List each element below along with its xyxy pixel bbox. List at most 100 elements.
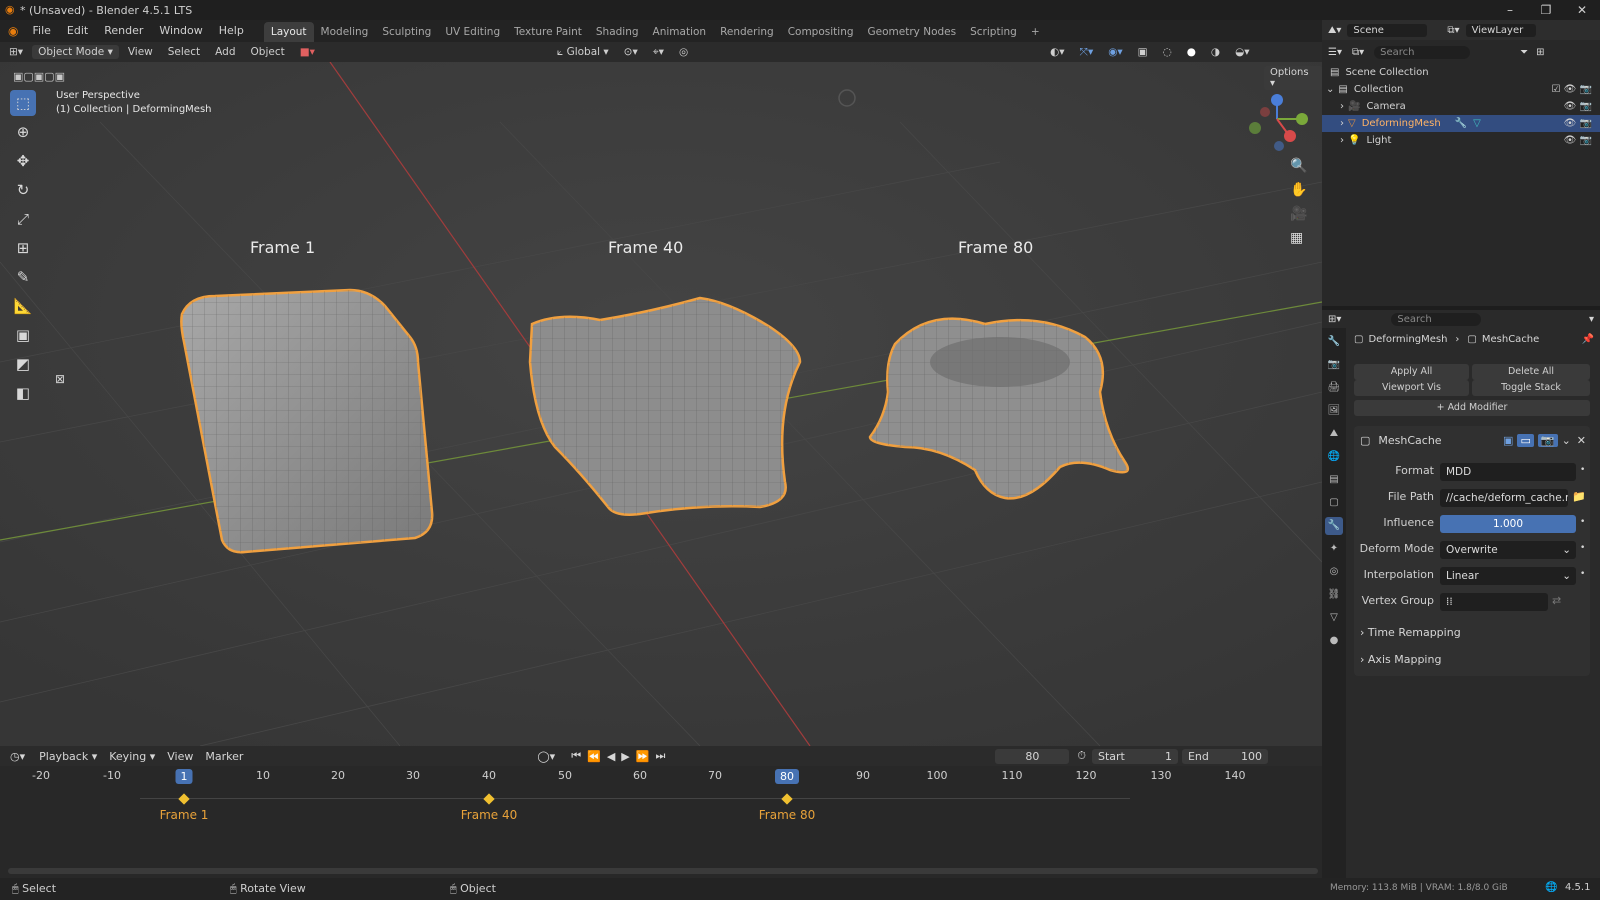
- proportional-edit-icon[interactable]: ◎: [673, 45, 694, 59]
- keyframe-marker-1[interactable]: [178, 793, 190, 805]
- view-layer-icon[interactable]: ⧉▾: [1447, 25, 1459, 36]
- vertex-group-input[interactable]: ⁞⁞: [1440, 593, 1548, 611]
- mesh-frame-1[interactable]: [180, 288, 434, 554]
- tab-uv-editing[interactable]: UV Editing: [438, 22, 507, 42]
- world-tab-icon[interactable]: 🌐: [1325, 448, 1343, 466]
- scene-selector[interactable]: Scene: [1347, 23, 1428, 37]
- tick-label-current-frame[interactable]: 80: [775, 769, 799, 784]
- sidebar-toggle-icon[interactable]: ⊠: [55, 372, 65, 386]
- outliner-item-deformingmesh[interactable]: › ▽ DeformingMesh 🔧 ▽ 👁 📷: [1322, 115, 1600, 132]
- tab-layout[interactable]: Layout: [263, 22, 314, 42]
- edit-mode-toggle-icon[interactable]: ▣: [1503, 434, 1513, 447]
- keyframe-marker-80[interactable]: [781, 793, 793, 805]
- transform-tool[interactable]: ⊞: [10, 235, 36, 261]
- close-button[interactable]: ✕: [1564, 0, 1600, 20]
- mode-dropdown[interactable]: Object Mode ▾: [32, 45, 119, 59]
- tab-animation[interactable]: Animation: [646, 22, 714, 42]
- jump-keyframe-forward-icon[interactable]: ⏩: [636, 750, 650, 763]
- rotate-tool[interactable]: ↻: [10, 177, 36, 203]
- jump-keyframe-back-icon[interactable]: ⏪: [587, 750, 601, 763]
- camera-visibility-icons[interactable]: 👁 📷: [1564, 101, 1592, 112]
- tool-tab-icon[interactable]: 🔧: [1325, 333, 1343, 351]
- influence-slider[interactable]: 1.000: [1440, 515, 1576, 533]
- pivot-icon[interactable]: ⊙▾: [618, 45, 644, 59]
- timeline-scrollbar[interactable]: [8, 868, 1318, 874]
- delete-all-button[interactable]: Delete All: [1472, 364, 1590, 380]
- ortho-grid-icon[interactable]: ▦: [1290, 230, 1307, 246]
- outliner-filter-icon[interactable]: ⧉▾: [1352, 47, 1364, 58]
- menu-timeline-view[interactable]: View: [167, 750, 193, 763]
- tab-scripting[interactable]: Scripting: [963, 22, 1024, 42]
- camera-view-icon[interactable]: 🎥: [1290, 206, 1307, 222]
- outliner-item-camera[interactable]: › 🎥 Camera 👁 📷: [1322, 98, 1600, 115]
- select-box-tool[interactable]: ⬚: [10, 90, 36, 116]
- light-expand-icon[interactable]: ›: [1340, 135, 1344, 146]
- collection-expand-icon[interactable]: ⌄: [1326, 84, 1334, 95]
- tab-texture-paint[interactable]: Texture Paint: [507, 22, 589, 42]
- outliner-collection[interactable]: ⌄ ▤ Collection ☑ 👁 📷: [1322, 81, 1600, 98]
- keyframe-marker-40[interactable]: [483, 793, 495, 805]
- material-tab-icon[interactable]: ●: [1325, 632, 1343, 650]
- menu-render[interactable]: Render: [96, 20, 151, 42]
- deformingmesh-visibility-icons[interactable]: 👁 📷: [1564, 118, 1592, 129]
- jump-start-icon[interactable]: ⏮: [571, 749, 581, 763]
- cursor-tool[interactable]: ⊕: [10, 119, 36, 145]
- apply-all-button[interactable]: Apply All: [1354, 364, 1469, 380]
- tab-rendering[interactable]: Rendering: [713, 22, 781, 42]
- menu-view[interactable]: View: [122, 45, 159, 59]
- play-icon[interactable]: ▶: [621, 750, 629, 763]
- mesh-data-icon[interactable]: ▽: [1473, 118, 1481, 129]
- pin-icon[interactable]: 📌: [1582, 334, 1594, 345]
- view-layer-tab-icon[interactable]: 🖼: [1325, 402, 1343, 420]
- blender-menu-icon[interactable]: ◉: [8, 24, 18, 38]
- axis-mapping-subpanel[interactable]: › Axis Mapping: [1360, 653, 1441, 666]
- physics-tab-icon[interactable]: ◎: [1325, 563, 1343, 581]
- outliner-item-light[interactable]: › 💡 Light 👁 📷: [1322, 132, 1600, 149]
- move-tool[interactable]: ✥: [10, 148, 36, 174]
- options-button[interactable]: Options ▾: [1264, 66, 1322, 90]
- menu-add[interactable]: Add: [209, 45, 241, 59]
- menu-window[interactable]: Window: [151, 20, 210, 42]
- current-frame-field[interactable]: 80: [995, 748, 1070, 764]
- annotate-tool[interactable]: ✎: [10, 264, 36, 290]
- wireframe-shading-icon[interactable]: ◌: [1157, 45, 1178, 59]
- properties-options-icon[interactable]: ▾: [1589, 314, 1594, 325]
- menu-select[interactable]: Select: [162, 45, 206, 59]
- modifier-name[interactable]: MeshCache: [1378, 434, 1441, 447]
- auto-keying-icon[interactable]: ◯▾: [537, 750, 555, 763]
- filepath-input[interactable]: //cache/deform_cache.mdd: [1440, 489, 1568, 507]
- influence-keyframe-dot[interactable]: •: [1580, 517, 1585, 527]
- properties-editor-type-icon[interactable]: ⊞▾: [1328, 314, 1341, 325]
- data-tab-icon[interactable]: ▽: [1325, 609, 1343, 627]
- interpolation-dropdown[interactable]: Linear ⌄: [1440, 567, 1576, 585]
- menu-keying[interactable]: Keying ▾: [109, 750, 155, 763]
- menu-marker[interactable]: Marker: [205, 750, 243, 763]
- end-frame-field[interactable]: End 100: [1181, 748, 1268, 764]
- format-dropdown[interactable]: MDD: [1440, 463, 1576, 481]
- snap-icon[interactable]: ⌖▾: [647, 45, 670, 60]
- modifier-dropdown-icon[interactable]: ⌄: [1562, 434, 1571, 447]
- outliner-display-mode-icon[interactable]: ☰▾: [1328, 47, 1342, 58]
- viewport-vis-button[interactable]: Viewport Vis: [1354, 380, 1469, 396]
- interp-keyframe-dot[interactable]: •: [1580, 569, 1585, 579]
- timeline-editor-icon[interactable]: ◷▾: [10, 750, 25, 763]
- menu-help[interactable]: Help: [211, 20, 252, 42]
- visibility-icon[interactable]: ◐▾: [1044, 45, 1070, 59]
- particles-tab-icon[interactable]: ✦: [1325, 540, 1343, 558]
- camera-expand-icon[interactable]: ›: [1340, 101, 1344, 112]
- add-modifier-button[interactable]: + Add Modifier: [1354, 400, 1590, 416]
- tab-modeling[interactable]: Modeling: [314, 22, 376, 42]
- invert-vgroup-icon[interactable]: ⇄: [1552, 594, 1561, 607]
- measure-tool[interactable]: 📐: [10, 293, 36, 319]
- render-tab-icon[interactable]: 📷: [1325, 356, 1343, 374]
- render-toggle-icon[interactable]: 📷: [1537, 433, 1558, 447]
- start-frame-field[interactable]: Start 1: [1091, 748, 1178, 764]
- add-workspace-icon[interactable]: +: [1024, 22, 1047, 42]
- zoom-icon[interactable]: 🔍: [1290, 158, 1307, 174]
- scene-tab-icon[interactable]: ⛰: [1325, 425, 1343, 443]
- viewlayer-selector[interactable]: ViewLayer: [1465, 23, 1536, 37]
- overlay-icon[interactable]: ◉▾: [1102, 45, 1128, 59]
- output-tab-icon[interactable]: 🖨: [1325, 379, 1343, 397]
- modifier-wrench-icon[interactable]: 🔧: [1455, 118, 1467, 129]
- tab-shading[interactable]: Shading: [589, 22, 646, 42]
